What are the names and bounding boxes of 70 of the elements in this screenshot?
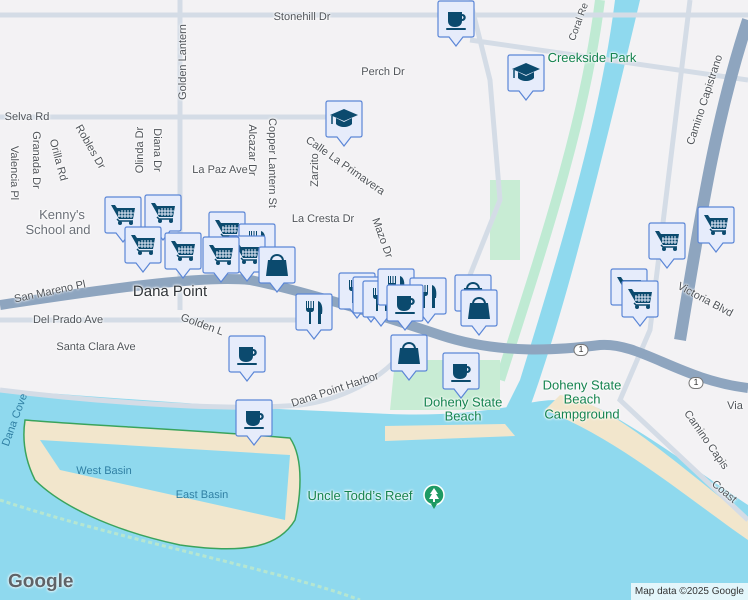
street-label: La Paz Ave: [192, 164, 248, 176]
place-label: School and: [25, 222, 91, 238]
bag-icon: [468, 297, 490, 319]
street-label: Orilla Rd: [46, 138, 70, 182]
cup-icon: [451, 364, 471, 382]
cup-icon: [446, 12, 466, 30]
cart-icon: [131, 235, 155, 255]
map-marker[interactable]: [621, 280, 659, 327]
street-label: San Mareno Pl: [13, 278, 87, 306]
town-label: Dana Point: [132, 284, 208, 300]
street-label: Coral Re: [567, 2, 591, 42]
street-label: Via: [727, 400, 743, 412]
bag-icon: [266, 254, 288, 276]
street-label: Stonehill Dr: [274, 10, 330, 24]
map-marker[interactable]: [228, 335, 266, 382]
park-label: Doheny State Beach: [422, 396, 504, 424]
street-label: Granada Dr: [30, 131, 42, 189]
street-label: Valencia Pl: [8, 146, 20, 200]
google-logo[interactable]: Google: [8, 568, 74, 596]
graduation-cap-icon: [512, 63, 540, 81]
map-marker[interactable]: [235, 399, 273, 446]
street-label: Golden Lantern: [176, 24, 190, 100]
cart-icon: [151, 203, 175, 223]
place-label: Kenny's: [39, 208, 85, 222]
park-label: Doheny State Beach Campground: [542, 378, 622, 422]
street-label: Selva Rd: [4, 110, 50, 124]
street-label: Zarzito: [308, 153, 321, 187]
cart-icon: [209, 245, 233, 265]
cart-icon: [171, 241, 195, 261]
map-marker[interactable]: [437, 0, 475, 47]
street-label: Alcazar Dr: [246, 124, 258, 176]
map-marker[interactable]: [386, 284, 424, 331]
park-label: Creekside Park: [548, 50, 636, 66]
map-marker[interactable]: [295, 293, 333, 340]
street-label: Perch Dr: [361, 66, 405, 78]
water-label: West Basin: [76, 464, 132, 478]
water-label: East Basin: [176, 488, 228, 502]
street-label: Mazo Dr: [369, 216, 395, 260]
map-marker[interactable]: [202, 236, 240, 283]
street-label: Diana Dr: [150, 128, 164, 172]
park-label: Uncle Todd’s Reef: [307, 488, 413, 504]
street-label: Santa Clara Ave: [56, 340, 136, 354]
cart-icon: [655, 231, 679, 251]
cart-icon: [628, 289, 652, 309]
street-label: Del Prado Ave: [32, 314, 104, 326]
map-attribution: Map data ©2025 Google: [630, 583, 748, 600]
map-marker[interactable]: [648, 222, 686, 269]
map-marker[interactable]: [164, 232, 202, 279]
fork-knife-icon: [306, 301, 322, 324]
cart-icon: [111, 205, 135, 225]
street-label: Dana Point Harbor: [290, 370, 380, 410]
map-marker[interactable]: [258, 246, 296, 293]
map-marker[interactable]: [460, 289, 498, 336]
street-label: Copper Lantern St: [266, 118, 278, 208]
graduation-cap-icon: [330, 109, 358, 127]
street-label: Golden L: [178, 312, 226, 338]
street-label: La Cresta Dr: [292, 212, 354, 226]
map-marker[interactable]: [124, 226, 162, 273]
map-marker[interactable]: [507, 54, 545, 101]
bag-icon: [398, 342, 420, 364]
cup-icon: [237, 347, 257, 365]
map-marker[interactable]: [442, 352, 480, 399]
cup-icon: [244, 411, 264, 429]
cart-icon: [704, 215, 728, 235]
map-marker[interactable]: [697, 206, 735, 253]
water-label: Dana Cove: [0, 392, 30, 448]
street-label: Olinda Dr: [134, 126, 146, 174]
map-marker[interactable]: [390, 334, 428, 381]
tree-icon: [423, 484, 445, 510]
cup-icon: [395, 296, 415, 314]
